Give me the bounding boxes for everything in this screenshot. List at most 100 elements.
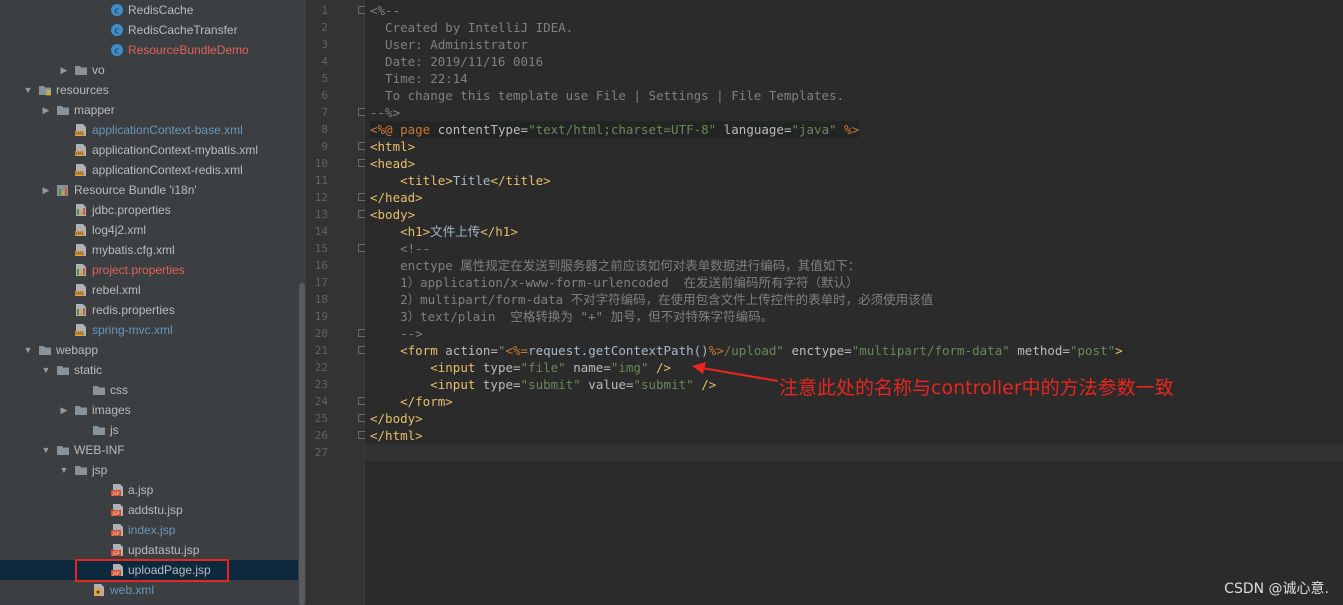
code-line[interactable]: <body> — [370, 206, 415, 223]
tree-item[interactable]: ▼ static — [0, 360, 298, 380]
tree-item[interactable]: XML mybatis.cfg.xml — [0, 240, 298, 260]
folder-icon — [74, 463, 88, 477]
code-line[interactable]: <head> — [370, 155, 415, 172]
collapse-arrow-icon[interactable]: ▶ — [40, 100, 52, 120]
code-line[interactable] — [365, 444, 1343, 461]
folder-icon — [56, 363, 70, 377]
tree-item[interactable]: c RedisCacheTransfer — [0, 20, 298, 40]
tree-item[interactable]: JSP addstu.jsp — [0, 500, 298, 520]
project-tree[interactable]: c RedisCache c RedisCacheTransfer c ResourceB… — [0, 0, 298, 605]
tree-item[interactable]: XML log4j2.xml — [0, 220, 298, 240]
code-line[interactable]: <%@ page contentType="text/html;charset=… — [370, 121, 860, 138]
tree-item[interactable]: ▼ resources — [0, 80, 298, 100]
code-line[interactable]: 1）application/x-www-form-urlencoded 在发送前… — [370, 274, 859, 291]
tree-item[interactable]: project.properties — [0, 260, 298, 280]
tree-item[interactable]: XML spring-mvc.xml — [0, 320, 298, 340]
collapse-arrow-icon[interactable]: ▶ — [40, 180, 52, 200]
tree-item[interactable]: XML applicationContext-redis.xml — [0, 160, 298, 180]
tree-item[interactable]: jdbc.properties — [0, 200, 298, 220]
tree-item[interactable]: ▶ mapper — [0, 100, 298, 120]
project-tree-scrollbar[interactable] — [298, 0, 306, 605]
line-number: 22 — [314, 361, 328, 374]
tree-item[interactable]: ▶ Resource Bundle 'i18n' — [0, 180, 298, 200]
tree-item[interactable]: css — [0, 380, 298, 400]
code-line[interactable]: <h1>文件上传</h1> — [370, 223, 518, 240]
tree-item[interactable]: ▶ vo — [0, 60, 298, 80]
code-line[interactable]: 3）text/plain 空格转换为 "+" 加号，但不对特殊字符编码。 — [370, 308, 773, 325]
tree-item-label: rebel.xml — [92, 283, 141, 297]
tree-item[interactable]: XML applicationContext-base.xml — [0, 120, 298, 140]
code-token: <input — [430, 360, 483, 375]
tree-item[interactable]: ▼ jsp — [0, 460, 298, 480]
code-line[interactable]: <html> — [370, 138, 415, 155]
svg-text:JSP: JSP — [112, 491, 120, 497]
scrollbar-thumb[interactable] — [299, 283, 305, 605]
code-token: %> — [708, 343, 724, 358]
code-token: 1）application/x-www-form-urlencoded 在发送前… — [370, 275, 859, 290]
code-token: action= — [445, 343, 498, 358]
code-line[interactable]: </html> — [370, 427, 423, 444]
code-line[interactable]: --%> — [370, 104, 400, 121]
code-token: "img" — [610, 360, 649, 375]
tree-item[interactable]: redis.properties — [0, 300, 298, 320]
tree-item-label: css — [110, 383, 128, 397]
line-number: 21 — [314, 344, 328, 357]
code-token: type= — [482, 377, 521, 392]
code-line[interactable]: User: Administrator — [370, 36, 528, 53]
code-line[interactable]: enctype 属性规定在发送到服务器之前应该如何对表单数据进行编码，其值如下： — [370, 257, 860, 274]
code-line[interactable]: <input type="file" name="img" /> — [370, 359, 671, 376]
tree-item[interactable]: JSP index.jsp — [0, 520, 298, 540]
tree-item[interactable]: ▶ images — [0, 400, 298, 420]
collapse-arrow-icon[interactable]: ▶ — [58, 400, 70, 420]
expand-arrow-icon[interactable]: ▼ — [58, 460, 70, 480]
expand-arrow-icon[interactable]: ▼ — [22, 340, 34, 360]
editor-gutter: 1 2 3 4 5 6 7 8 9 10 11 12 13 14 15 16 17 18 19 20 21 22 23 24 2… — [306, 0, 366, 605]
code-line[interactable]: <%-- — [370, 2, 400, 19]
xml-file-icon: XML — [74, 283, 88, 297]
tree-item-label: mapper — [74, 103, 115, 117]
code-token: enctype 属性规定在发送到服务器之前应该如何对表单数据进行编码，其值如下： — [370, 258, 861, 273]
svg-text:JSP: JSP — [112, 551, 120, 557]
tree-item[interactable]: JSP a.jsp — [0, 480, 298, 500]
expand-arrow-icon[interactable]: ▼ — [40, 360, 52, 380]
line-number: 15 — [314, 242, 328, 255]
code-token: name= — [565, 360, 611, 375]
svg-text:XML: XML — [75, 131, 85, 137]
collapse-arrow-icon[interactable]: ▶ — [58, 60, 70, 80]
expand-arrow-icon[interactable]: ▼ — [22, 80, 34, 100]
svg-text:XML: XML — [75, 171, 85, 177]
tree-item[interactable]: c ResourceBundleDemo — [0, 40, 298, 60]
tree-item[interactable]: web.xml — [0, 580, 298, 600]
svg-text:JSP: JSP — [112, 531, 120, 537]
code-line[interactable]: To change this template use File | Setti… — [370, 87, 844, 104]
tree-item[interactable]: XML applicationContext-mybatis.xml — [0, 140, 298, 160]
tree-item[interactable]: js — [0, 420, 298, 440]
code-token: 3）text/plain 空格转换为 "+" 加号，但不对特殊字符编码。 — [370, 309, 774, 324]
code-line[interactable]: <form action="<%=request.getContextPath(… — [370, 342, 1123, 359]
code-token: <input — [430, 377, 483, 392]
tree-item[interactable]: JSP updatastu.jsp — [0, 540, 298, 560]
code-line[interactable]: Date: 2019/11/16 0016 — [370, 53, 543, 70]
code-line[interactable]: --> — [370, 325, 423, 342]
code-line[interactable]: </body> — [370, 410, 423, 427]
code-token: 2）multipart/form-data 不对字符编码，在使用包含文件上传控件… — [370, 292, 934, 307]
code-line[interactable]: Time: 22:14 — [370, 70, 468, 87]
tree-item[interactable]: XML rebel.xml — [0, 280, 298, 300]
code-line[interactable]: </form> — [370, 393, 453, 410]
tree-item-label: redis.properties — [92, 303, 175, 317]
resource-bundle-icon — [56, 183, 70, 197]
tree-item[interactable]: ▼ WEB-INF — [0, 440, 298, 460]
expand-arrow-icon[interactable]: ▼ — [40, 440, 52, 460]
code-line[interactable]: </head> — [370, 189, 423, 206]
line-number: 23 — [314, 378, 328, 391]
code-line[interactable]: <!-- — [370, 240, 430, 257]
code-editor[interactable]: <%-- Created by IntelliJ IDEA. User: Adm… — [365, 0, 1343, 605]
tree-item[interactable]: ▼ webapp — [0, 340, 298, 360]
annotation-arrow — [692, 362, 779, 382]
code-line[interactable]: 2）multipart/form-data 不对字符编码，在使用包含文件上传控件… — [370, 291, 933, 308]
tree-item[interactable]: c RedisCache — [0, 0, 298, 20]
code-line[interactable]: Created by IntelliJ IDEA. — [370, 19, 573, 36]
code-line[interactable]: <title>Title</title> — [370, 172, 551, 189]
code-line[interactable]: <input type="submit" value="submit" /> — [370, 376, 716, 393]
